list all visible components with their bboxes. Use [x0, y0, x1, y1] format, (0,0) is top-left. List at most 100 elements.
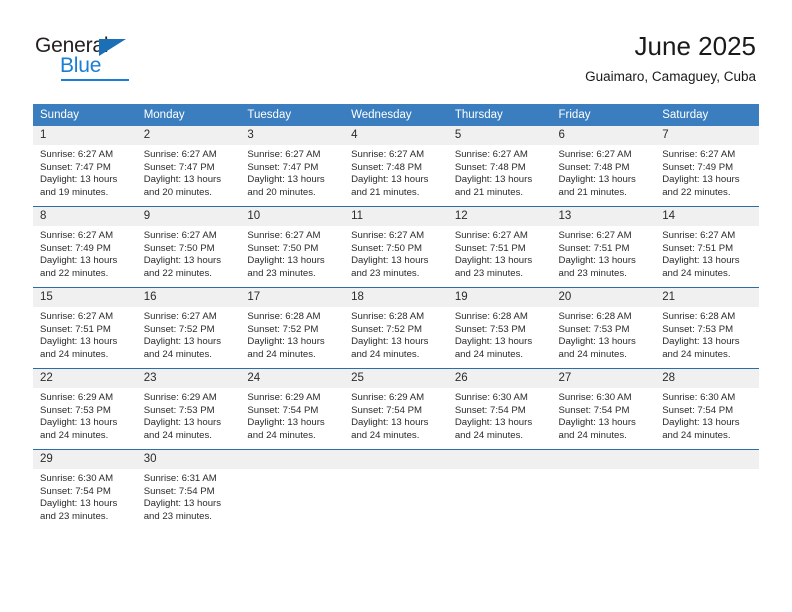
- calendar-day-cell[interactable]: 8 Sunrise: 6:27 AM Sunset: 7:49 PM Daylight…: [33, 206, 137, 288]
- sunrise-text: Sunrise: 6:27 AM: [40, 230, 114, 241]
- calendar-day-cell[interactable]: 13 Sunrise: 6:27 AM Sunset: 7:51 PM Dayligh…: [551, 206, 656, 288]
- calendar-day-cell[interactable]: 30 Sunrise: 6:31 AM Sunset: 7:54 PM Dayligh…: [136, 449, 241, 530]
- day-details: Sunrise: 6:27 AM Sunset: 7:50 PM Daylight:…: [240, 226, 344, 280]
- day-details: [552, 469, 656, 473]
- sunrise-text: Sunrise: 6:27 AM: [40, 311, 114, 322]
- sunset-text: Sunset: 7:51 PM: [662, 242, 734, 254]
- day-number: 9: [136, 207, 241, 226]
- calendar-day-cell[interactable]: 16 Sunrise: 6:27 AM Sunset: 7:52 PM Dayligh…: [136, 287, 241, 369]
- calendar-day-cell[interactable]: 4 Sunrise: 6:27 AM Sunset: 7:48 PM Daylight…: [344, 126, 448, 207]
- generalblue-logo[interactable]: General Blue: [35, 34, 235, 84]
- title-block: June 2025 Guaimaro, Camaguey, Cuba: [585, 30, 756, 85]
- sunset-text: Sunset: 7:54 PM: [558, 404, 630, 416]
- sunrise-text: Sunrise: 6:27 AM: [40, 149, 114, 160]
- day-details: Sunrise: 6:27 AM Sunset: 7:49 PM Daylight:…: [33, 226, 137, 280]
- calendar-day-cell[interactable]: 21 Sunrise: 6:28 AM Sunset: 7:53 PM Dayligh…: [655, 287, 759, 369]
- calendar-day-cell[interactable]: 25 Sunrise: 6:29 AM Sunset: 7:54 PM Dayligh…: [344, 368, 448, 450]
- calendar-day-cell[interactable]: 6 Sunrise: 6:27 AM Sunset: 7:48 PM Daylight…: [551, 126, 656, 207]
- calendar-day-cell[interactable]: 2 Sunrise: 6:27 AM Sunset: 7:47 PM Daylight…: [136, 126, 241, 207]
- daylight-text: Daylight: 13 hours and 21 minutes.: [454, 174, 533, 198]
- sunrise-text: Sunrise: 6:28 AM: [247, 311, 321, 322]
- sunrise-text: Sunrise: 6:27 AM: [351, 230, 425, 241]
- day-number: 17: [240, 288, 345, 307]
- sunset-text: Sunset: 7:53 PM: [558, 323, 630, 335]
- calendar-day-cell-empty: [447, 449, 552, 530]
- calendar-day-cell-empty: [240, 449, 345, 530]
- day-number: [344, 450, 448, 469]
- day-number: 14: [655, 207, 759, 226]
- calendar-day-cell[interactable]: 12 Sunrise: 6:27 AM Sunset: 7:51 PM Dayligh…: [447, 206, 552, 288]
- day-number: [655, 450, 759, 469]
- calendar-week-row: 1 Sunrise: 6:27 AM Sunset: 7:47 PM Daylight…: [33, 126, 759, 207]
- logo-triangle-icon: [99, 39, 126, 56]
- calendar-day-cell[interactable]: 19 Sunrise: 6:28 AM Sunset: 7:53 PM Dayligh…: [447, 287, 552, 369]
- sunrise-text: Sunrise: 6:28 AM: [558, 311, 632, 322]
- day-details: Sunrise: 6:29 AM Sunset: 7:54 PM Daylight:…: [240, 388, 344, 442]
- calendar-day-cell-empty: [551, 449, 656, 530]
- day-details: Sunrise: 6:27 AM Sunset: 7:52 PM Daylight:…: [137, 307, 241, 361]
- day-details: Sunrise: 6:27 AM Sunset: 7:47 PM Daylight:…: [137, 145, 241, 199]
- daylight-text: Daylight: 13 hours and 24 minutes.: [454, 417, 533, 441]
- daylight-text: Daylight: 13 hours and 24 minutes.: [143, 417, 222, 441]
- day-number: 1: [33, 126, 137, 145]
- day-details: [655, 469, 759, 473]
- calendar-day-cell[interactable]: 11 Sunrise: 6:27 AM Sunset: 7:50 PM Dayligh…: [344, 206, 448, 288]
- calendar-day-cell[interactable]: 17 Sunrise: 6:28 AM Sunset: 7:52 PM Dayligh…: [240, 287, 345, 369]
- calendar-week-row: 8 Sunrise: 6:27 AM Sunset: 7:49 PM Daylight…: [33, 206, 759, 288]
- sunrise-text: Sunrise: 6:29 AM: [40, 392, 114, 403]
- daylight-text: Daylight: 13 hours and 22 minutes.: [40, 255, 118, 279]
- sunrise-text: Sunrise: 6:27 AM: [454, 230, 528, 241]
- calendar-day-cell[interactable]: 5 Sunrise: 6:27 AM Sunset: 7:48 PM Daylight…: [447, 126, 552, 207]
- calendar-day-cell[interactable]: 28 Sunrise: 6:30 AM Sunset: 7:54 PM Dayligh…: [655, 368, 759, 450]
- calendar-day-cell[interactable]: 14 Sunrise: 6:27 AM Sunset: 7:51 PM Dayligh…: [655, 206, 759, 288]
- calendar-day-cell[interactable]: 10 Sunrise: 6:27 AM Sunset: 7:50 PM Dayligh…: [240, 206, 345, 288]
- daylight-text: Daylight: 13 hours and 24 minutes.: [247, 336, 325, 360]
- day-number: 11: [344, 207, 448, 226]
- daylight-text: Daylight: 13 hours and 24 minutes.: [247, 417, 325, 441]
- calendar-week-row: 15 Sunrise: 6:27 AM Sunset: 7:51 PM Dayligh…: [33, 287, 759, 369]
- sunrise-text: Sunrise: 6:27 AM: [247, 149, 321, 160]
- calendar-day-cell[interactable]: 23 Sunrise: 6:29 AM Sunset: 7:53 PM Dayligh…: [136, 368, 241, 450]
- daylight-text: Daylight: 13 hours and 20 minutes.: [143, 174, 222, 198]
- calendar-day-cell[interactable]: 20 Sunrise: 6:28 AM Sunset: 7:53 PM Dayligh…: [551, 287, 656, 369]
- sunset-text: Sunset: 7:54 PM: [143, 485, 215, 497]
- daylight-text: Daylight: 13 hours and 21 minutes.: [558, 174, 636, 198]
- day-number: 3: [240, 126, 345, 145]
- day-details: [448, 469, 552, 473]
- calendar-day-cell[interactable]: 26 Sunrise: 6:30 AM Sunset: 7:54 PM Dayligh…: [447, 368, 552, 450]
- calendar-day-cell[interactable]: 18 Sunrise: 6:28 AM Sunset: 7:52 PM Dayligh…: [344, 287, 448, 369]
- calendar-day-cell[interactable]: 3 Sunrise: 6:27 AM Sunset: 7:47 PM Daylight…: [240, 126, 345, 207]
- daylight-text: Daylight: 13 hours and 23 minutes.: [351, 255, 429, 279]
- sunset-text: Sunset: 7:49 PM: [662, 161, 734, 173]
- sunrise-text: Sunrise: 6:30 AM: [662, 392, 736, 403]
- calendar-day-cell[interactable]: 7 Sunrise: 6:27 AM Sunset: 7:49 PM Daylight…: [655, 126, 759, 207]
- weekday-header-wednesday: Wednesday: [344, 104, 448, 126]
- calendar-day-cell[interactable]: 22 Sunrise: 6:29 AM Sunset: 7:53 PM Dayligh…: [33, 368, 137, 450]
- day-details: Sunrise: 6:27 AM Sunset: 7:49 PM Daylight:…: [655, 145, 759, 199]
- day-details: [240, 469, 344, 473]
- daylight-text: Daylight: 13 hours and 23 minutes.: [247, 255, 325, 279]
- day-number: 8: [33, 207, 137, 226]
- calendar-day-cell[interactable]: 27 Sunrise: 6:30 AM Sunset: 7:54 PM Dayligh…: [551, 368, 656, 450]
- calendar-day-cell[interactable]: 24 Sunrise: 6:29 AM Sunset: 7:54 PM Dayligh…: [240, 368, 345, 450]
- calendar-header-row: Sunday Monday Tuesday Wednesday Thursday Frid…: [33, 104, 759, 126]
- sunrise-text: Sunrise: 6:28 AM: [351, 311, 425, 322]
- sunrise-text: Sunrise: 6:31 AM: [143, 473, 217, 484]
- daylight-text: Daylight: 13 hours and 24 minutes.: [558, 417, 636, 441]
- calendar-day-cell[interactable]: 15 Sunrise: 6:27 AM Sunset: 7:51 PM Dayligh…: [33, 287, 137, 369]
- sunrise-text: Sunrise: 6:30 AM: [558, 392, 632, 403]
- sunset-text: Sunset: 7:51 PM: [558, 242, 630, 254]
- sunrise-text: Sunrise: 6:27 AM: [351, 149, 425, 160]
- calendar-day-cell[interactable]: 1 Sunrise: 6:27 AM Sunset: 7:47 PM Daylight…: [33, 126, 137, 207]
- sunrise-text: Sunrise: 6:27 AM: [558, 230, 632, 241]
- calendar-day-cell[interactable]: 29 Sunrise: 6:30 AM Sunset: 7:54 PM Dayligh…: [33, 449, 137, 530]
- sunrise-text: Sunrise: 6:27 AM: [558, 149, 632, 160]
- day-number: 21: [655, 288, 759, 307]
- day-details: Sunrise: 6:27 AM Sunset: 7:51 PM Daylight:…: [33, 307, 137, 361]
- page-header: General Blue June 2025 Guaimaro, Camague…: [0, 0, 792, 100]
- calendar-day-cell[interactable]: 9 Sunrise: 6:27 AM Sunset: 7:50 PM Daylight…: [136, 206, 241, 288]
- daylight-text: Daylight: 13 hours and 24 minutes.: [40, 417, 118, 441]
- day-number: 22: [33, 369, 137, 388]
- day-details: Sunrise: 6:27 AM Sunset: 7:50 PM Daylight:…: [137, 226, 241, 280]
- calendar-table: Sunday Monday Tuesday Wednesday Thursday Frid…: [33, 104, 759, 530]
